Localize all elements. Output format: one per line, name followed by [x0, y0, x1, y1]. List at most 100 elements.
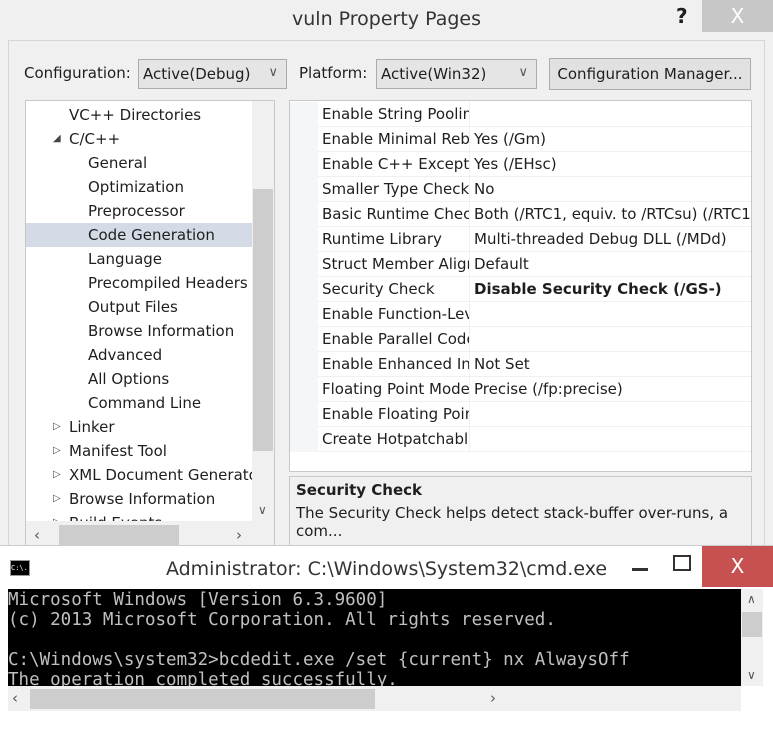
tree-item-label: All Options [88, 370, 170, 388]
description-panel: Security Check The Security Check helps … [289, 476, 752, 546]
tree-item[interactable]: ▷ Linker [26, 415, 252, 439]
tree-item-label: Output Files [88, 298, 178, 316]
property-value[interactable]: No [474, 177, 494, 201]
tree-item-label: Advanced [88, 346, 163, 364]
property-row[interactable]: Smaller Type Check No [290, 177, 751, 202]
property-grid: Enable String PoolingEnable Minimal Rebu… [289, 100, 752, 472]
tree-item[interactable]: Output Files [26, 295, 252, 319]
property-row[interactable]: Enable Function-Level Linking [290, 302, 751, 327]
property-row[interactable]: Security Check Disable Security Check (/G… [290, 277, 751, 302]
property-value[interactable]: Yes (/Gm) [474, 127, 546, 151]
tree-item-label: C/C++ [69, 130, 121, 148]
collapsed-arrow-icon[interactable]: ▷ [53, 439, 61, 463]
console-line: C:\Windows\system32>bcdedit.exe /set {cu… [8, 650, 630, 670]
tree-item[interactable]: ▷ Manifest Tool [26, 439, 252, 463]
scroll-right-icon[interactable]: › [236, 526, 242, 544]
platform-select[interactable]: Active(Win32) ∨ [376, 59, 537, 89]
help-button[interactable]: ? [676, 4, 688, 28]
maximize-icon[interactable] [673, 555, 691, 571]
tree-item[interactable]: Optimization [26, 175, 252, 199]
property-row[interactable]: Floating Point Model Precise (/fp:precise… [290, 377, 751, 402]
property-name: Security Check [322, 277, 470, 301]
collapsed-arrow-icon[interactable]: ▷ [53, 415, 61, 439]
property-row[interactable]: Runtime Library Multi-threaded Debug DLL … [290, 227, 751, 252]
row-gutter [290, 152, 318, 177]
tree-item-label: Precompiled Headers [88, 274, 248, 292]
description-text: The Security Check helps detect stack-bu… [296, 504, 729, 540]
tree-item[interactable]: Advanced [26, 343, 252, 367]
scroll-left-icon[interactable]: ‹ [34, 526, 40, 544]
property-row[interactable]: Struct Member AlignmentDefault [290, 252, 751, 277]
console-hscroll-thumb[interactable] [30, 689, 375, 709]
property-name: Enable C++ Exceptions [322, 152, 470, 176]
tree-item[interactable]: ▷ XML Document Generator [26, 463, 264, 487]
property-value[interactable]: Precise (/fp:precise) [474, 377, 623, 401]
property-value[interactable]: Not Set [474, 352, 530, 376]
property-value[interactable]: Multi-threaded Debug DLL (/MDd) [474, 227, 727, 251]
tree-item[interactable]: ▷ Browse Information [26, 487, 252, 511]
configuration-manager-button[interactable]: Configuration Manager... [549, 58, 751, 90]
row-gutter [290, 202, 318, 227]
property-row[interactable]: Enable Floating Point Exceptions [290, 402, 751, 427]
row-gutter [290, 252, 318, 277]
property-name: Smaller Type Check [322, 177, 470, 201]
property-name: Enable Parallel Code Generation [322, 327, 470, 351]
tree-item-label: Code Generation [88, 226, 215, 244]
console-line: (c) 2013 Microsoft Corporation. All righ… [8, 610, 556, 630]
property-row[interactable]: Basic Runtime ChecksBoth (/RTC1, equiv. … [290, 202, 751, 227]
tree-item-label: Command Line [88, 394, 202, 412]
tree-item-label: Manifest Tool [69, 442, 167, 460]
property-row[interactable]: Enable String Pooling [290, 102, 751, 127]
tree-item[interactable]: Preprocessor [26, 199, 252, 223]
configuration-select[interactable]: Active(Debug) ∨ [138, 59, 287, 89]
tree-item-label: Language [88, 250, 163, 268]
collapsed-arrow-icon[interactable]: ▷ [53, 487, 61, 511]
property-name: Create Hotpatchable Image [322, 427, 470, 451]
tree-item[interactable]: ◢ C/C++ [26, 127, 252, 151]
tree-item-label: Linker [69, 418, 115, 436]
chevron-down-icon: ∨ [268, 65, 278, 80]
tree-item[interactable]: VC++ Directories [26, 103, 252, 127]
tree-item[interactable]: Language [26, 247, 252, 271]
tree-item-label: Preprocessor [88, 202, 185, 220]
dialog-close-button[interactable]: X [702, 0, 773, 32]
tree-hscroll-thumb[interactable] [59, 525, 179, 545]
console-output[interactable]: Microsoft Windows [Version 6.3.9600] (c) … [8, 589, 741, 686]
minimize-icon[interactable] [632, 568, 648, 571]
scroll-left-icon[interactable]: ‹ [12, 689, 18, 707]
property-value[interactable]: Default [474, 252, 529, 276]
tree-item-label: XML Document Generator [69, 466, 264, 484]
property-row[interactable]: Enable C++ ExceptionsYes (/EHsc) [290, 152, 751, 177]
configuration-label: Configuration: [24, 64, 131, 82]
scroll-down-icon[interactable]: ∨ [258, 503, 267, 517]
property-row[interactable]: Enable Parallel Code Generation [290, 327, 751, 352]
collapsed-arrow-icon[interactable]: ▷ [53, 463, 61, 487]
scroll-down-icon[interactable]: ∨ [747, 668, 756, 682]
cmd-close-button[interactable]: X [702, 546, 773, 587]
property-name: Enable Minimal Rebuild [322, 127, 470, 151]
tree-item[interactable]: Precompiled Headers [26, 271, 252, 295]
tree-item-label: Browse Information [69, 490, 216, 508]
tree-item[interactable]: All Options [26, 367, 252, 391]
row-gutter [290, 377, 318, 402]
property-row[interactable]: Enable Minimal RebuildYes (/Gm) [290, 127, 751, 152]
tree-item[interactable]: Browse Information [26, 319, 252, 343]
property-name: Enable Enhanced Instruction Set [322, 352, 470, 376]
property-row[interactable]: Enable Enhanced Instruction SetNot Set [290, 352, 751, 377]
description-title: Security Check [296, 481, 422, 499]
cmd-window: C:\. Administrator: C:\Windows\System32\… [0, 545, 773, 741]
console-scroll-thumb[interactable] [742, 612, 762, 637]
tree-scroll-thumb[interactable] [253, 189, 273, 451]
scroll-up-icon[interactable]: ∧ [747, 592, 756, 606]
property-value[interactable]: Yes (/EHsc) [474, 152, 557, 176]
expanded-arrow-icon[interactable]: ◢ [53, 127, 61, 151]
tree-item[interactable]: Command Line [26, 391, 252, 415]
row-gutter [290, 402, 318, 427]
tree-item[interactable]: Code Generation [26, 223, 252, 247]
scroll-right-icon[interactable]: › [490, 689, 496, 707]
property-value[interactable]: Both (/RTC1, equiv. to /RTCsu) (/RTC1) [474, 202, 751, 226]
platform-label: Platform: [299, 64, 368, 82]
property-row[interactable]: Create Hotpatchable Image [290, 427, 751, 452]
property-value[interactable]: Disable Security Check (/GS-) [474, 277, 722, 301]
tree-item[interactable]: General [26, 151, 252, 175]
